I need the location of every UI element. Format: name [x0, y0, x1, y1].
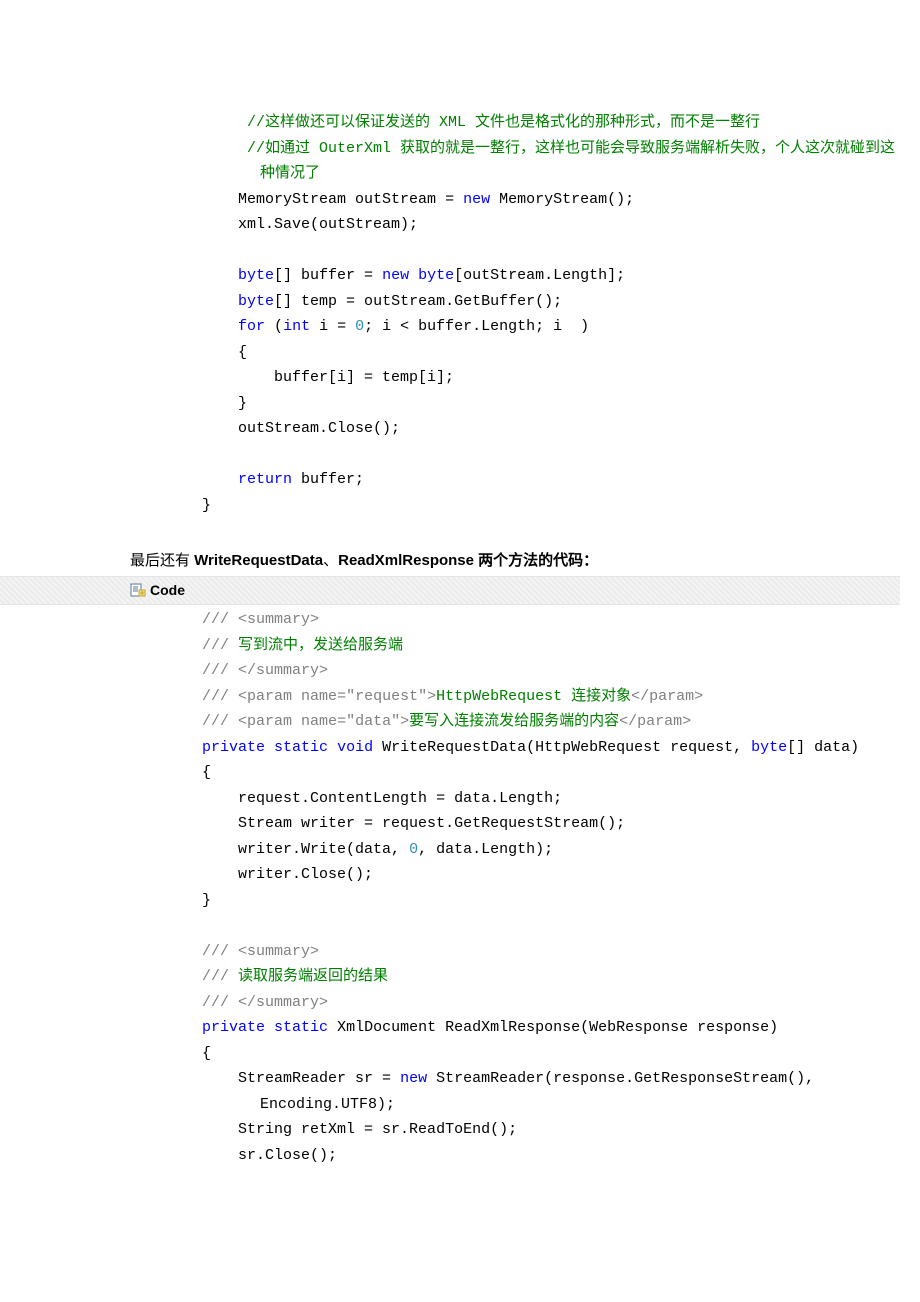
code-comment: //这样做还可以保证发送的 XML 文件也是格式化的那种形式，而不是一整行 [130, 114, 760, 131]
section-heading: 最后还有 WriteRequestData、ReadXmlResponse 两个… [0, 548, 900, 576]
code-header-bar: Code [0, 576, 900, 606]
code-text: MemoryStream(); [490, 191, 634, 208]
code-header-label: Code [150, 579, 185, 603]
keyword: new [463, 191, 490, 208]
document-body: //这样做还可以保证发送的 XML 文件也是格式化的那种形式，而不是一整行 //… [0, 110, 920, 1168]
heading-method-1: WriteRequestData [194, 552, 323, 569]
code-text: xml.Save(outStream); [130, 216, 418, 233]
heading-method-2: ReadXmlResponse [338, 552, 474, 569]
heading-post: 两个方法的代码： [474, 552, 598, 569]
code-icon [130, 582, 146, 598]
code-text: MemoryStream outStream = [130, 191, 463, 208]
heading-pre: 最后还有 [130, 552, 194, 569]
heading-sep: 、 [323, 552, 338, 569]
code-block-1: //这样做还可以保证发送的 XML 文件也是格式化的那种形式，而不是一整行 //… [0, 110, 900, 518]
code-comment: //如通过 OuterXml 获取的就是一整行，这样也可能会导致服务端解析失败，… [130, 140, 895, 183]
code-block-2: /// <summary> /// 写到流中，发送给服务端 /// </summ… [0, 607, 900, 1168]
